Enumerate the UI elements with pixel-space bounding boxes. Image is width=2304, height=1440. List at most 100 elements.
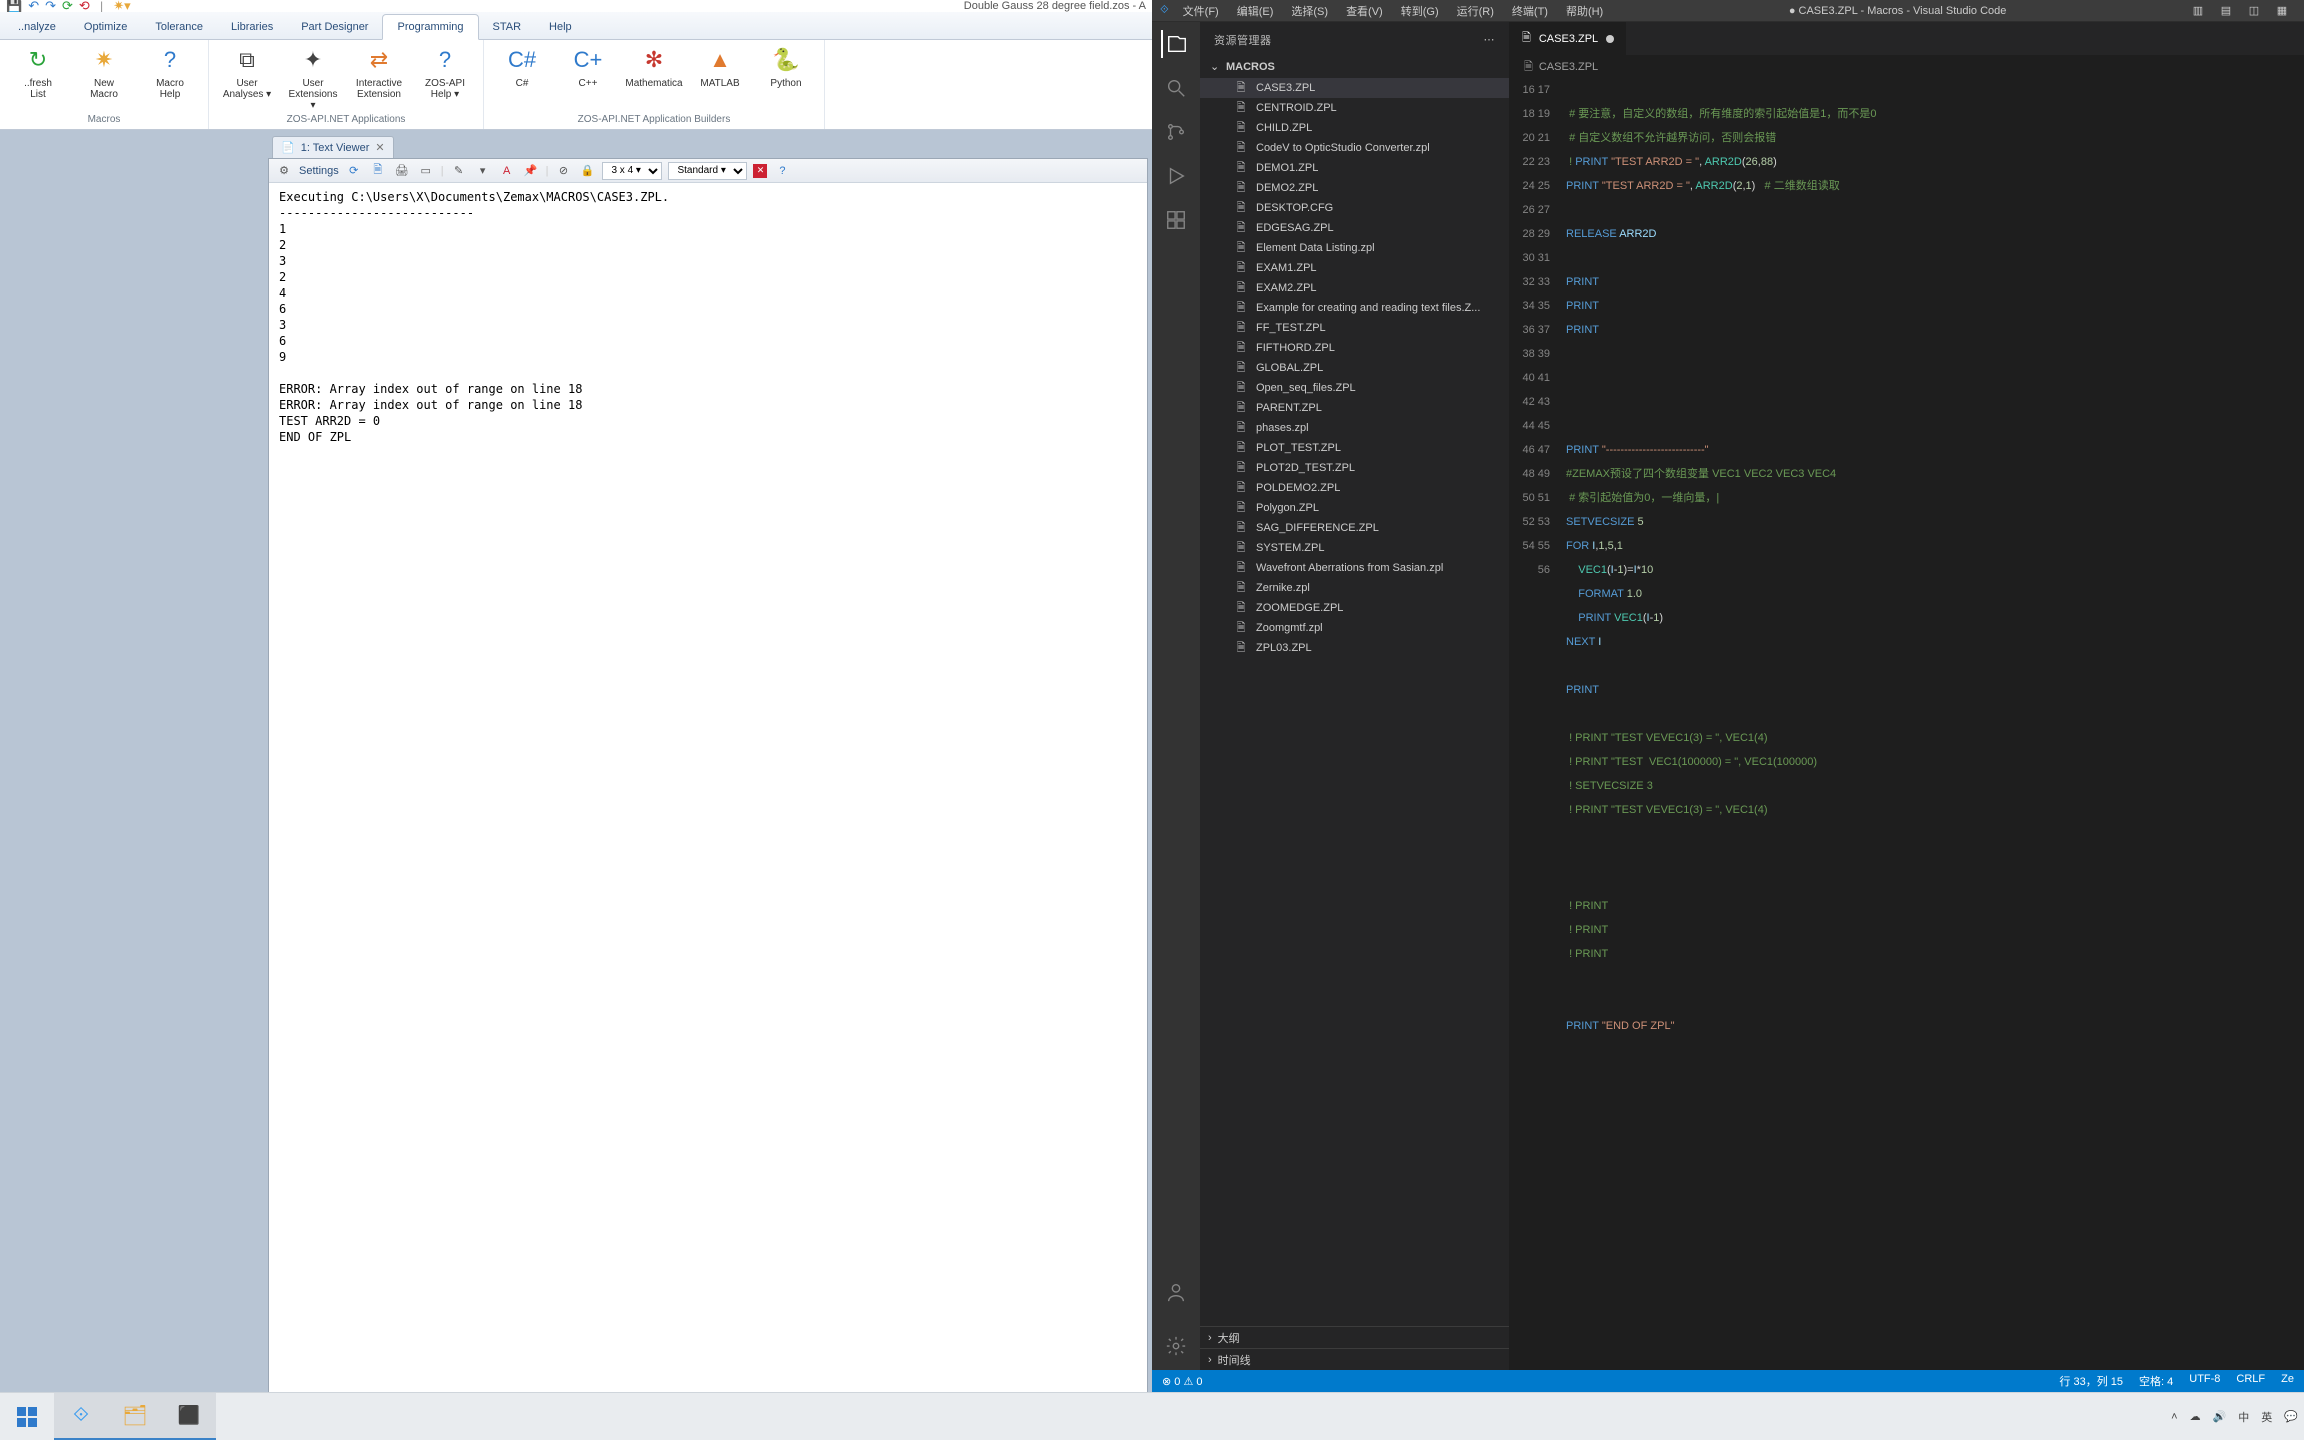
status-spaces[interactable]: 空格: 4	[2139, 1373, 2173, 1389]
file-row[interactable]: 🗎Open_seq_files.ZPL	[1200, 378, 1509, 398]
close-icon[interactable]: ✕	[375, 141, 384, 154]
taskbar-zemax[interactable]: ⬛	[162, 1393, 216, 1440]
breadcrumb[interactable]: 🗎 CASE3.ZPL	[1510, 56, 2304, 78]
file-row[interactable]: 🗎DEMO1.ZPL	[1200, 158, 1509, 178]
file-row[interactable]: 🗎SAG_DIFFERENCE.ZPL	[1200, 518, 1509, 538]
ribbon-button[interactable]: ?ZOS-API Help ▾	[417, 44, 473, 111]
file-row[interactable]: 🗎PLOT_TEST.ZPL	[1200, 438, 1509, 458]
ribbon-button[interactable]: ↻..fresh List	[10, 44, 66, 100]
code-area[interactable]: 16 17 18 19 20 21 22 23 24 25 26 27 28 2…	[1510, 78, 2304, 1370]
refresh-icon[interactable]: ⟳	[345, 162, 363, 180]
tray-ime[interactable]: 中	[2238, 1409, 2249, 1425]
folder-row[interactable]: ⌄ MACROS	[1200, 57, 1509, 76]
ribbon-tab[interactable]: Optimize	[70, 15, 141, 39]
tray-ime-mode[interactable]: 英	[2261, 1409, 2272, 1425]
customize-icon[interactable]: ▦	[2268, 1, 2296, 21]
timeline-section[interactable]: ›时间线	[1200, 1348, 1509, 1370]
ribbon-button[interactable]: 🐍Python	[758, 44, 814, 89]
dropdown-icon[interactable]: ▾	[474, 162, 492, 180]
panel-icon[interactable]: ▤	[2212, 1, 2240, 21]
file-row[interactable]: 🗎CodeV to OpticStudio Converter.zpl	[1200, 138, 1509, 158]
text-viewer-body[interactable]: Executing C:\Users\X\Documents\Zemax\MAC…	[269, 183, 1147, 1417]
editor-tab[interactable]: 🗎 CASE3.ZPL	[1510, 22, 1627, 55]
text-viewer-tab[interactable]: 📄 1: Text Viewer ✕	[272, 136, 394, 158]
ribbon-button[interactable]: ✻Mathematica	[626, 44, 682, 89]
menu-item[interactable]: 查看(V)	[1338, 1, 1391, 21]
menu-item[interactable]: 帮助(H)	[1558, 1, 1611, 21]
layout-icon[interactable]: ▥	[2184, 1, 2212, 21]
taskbar-vscode[interactable]: ⟐	[54, 1393, 108, 1440]
style-select[interactable]: Standard ▾	[668, 162, 747, 180]
menu-item[interactable]: 运行(R)	[1449, 1, 1502, 21]
file-row[interactable]: 🗎SYSTEM.ZPL	[1200, 538, 1509, 558]
menu-item[interactable]: 选择(S)	[1283, 1, 1336, 21]
tray-cloud-icon[interactable]: ☁	[2190, 1410, 2201, 1423]
ribbon-tab[interactable]: Help	[535, 15, 586, 39]
file-tree[interactable]: 🗎CASE3.ZPL🗎CENTROID.ZPL🗎CHILD.ZPL🗎CodeV …	[1200, 76, 1509, 1326]
export-icon[interactable]: 🗎	[369, 162, 387, 180]
ribbon-button[interactable]: ?Macro Help	[142, 44, 198, 100]
ribbon-tab[interactable]: ..nalyze	[4, 15, 70, 39]
ribbon-tab[interactable]: Tolerance	[141, 15, 217, 39]
ribbon-button[interactable]: ⧉User Analyses ▾	[219, 44, 275, 111]
stop-icon[interactable]: ✕	[753, 164, 767, 178]
ribbon-tab[interactable]: Part Designer	[287, 15, 382, 39]
ribbon-button[interactable]: ▲MATLAB	[692, 44, 748, 89]
ribbon-button[interactable]: ✦User Extensions ▾	[285, 44, 341, 111]
tray-notifications-icon[interactable]: 💬	[2284, 1410, 2298, 1423]
taskbar-explorer[interactable]: 🗂	[108, 1393, 162, 1440]
source-control-icon[interactable]	[1162, 118, 1190, 146]
settings-icon[interactable]: ⚙	[275, 162, 293, 180]
search-icon[interactable]	[1162, 74, 1190, 102]
pin-icon[interactable]: 📌	[522, 162, 540, 180]
explorer-icon[interactable]	[1161, 30, 1189, 58]
lock-icon[interactable]: 🔒	[578, 162, 596, 180]
file-row[interactable]: 🗎CASE3.ZPL	[1200, 78, 1509, 98]
file-row[interactable]: 🗎PARENT.ZPL	[1200, 398, 1509, 418]
file-row[interactable]: 🗎ZOOMEDGE.ZPL	[1200, 598, 1509, 618]
file-row[interactable]: 🗎Polygon.ZPL	[1200, 498, 1509, 518]
file-row[interactable]: 🗎phases.zpl	[1200, 418, 1509, 438]
file-row[interactable]: 🗎FIFTHORD.ZPL	[1200, 338, 1509, 358]
ribbon-tab[interactable]: Programming	[382, 14, 478, 40]
more-icon[interactable]: ⋯	[1484, 33, 1496, 46]
file-row[interactable]: 🗎Example for creating and reading text f…	[1200, 298, 1509, 318]
file-row[interactable]: 🗎FF_TEST.ZPL	[1200, 318, 1509, 338]
file-row[interactable]: 🗎Zernike.zpl	[1200, 578, 1509, 598]
file-row[interactable]: 🗎CENTROID.ZPL	[1200, 98, 1509, 118]
file-row[interactable]: 🗎EXAM1.ZPL	[1200, 258, 1509, 278]
file-row[interactable]: 🗎DESKTOP.CFG	[1200, 198, 1509, 218]
tray-chevron-icon[interactable]: ˄	[2171, 1411, 2177, 1423]
status-encoding[interactable]: UTF-8	[2189, 1373, 2220, 1389]
status-position[interactable]: 行 33，列 15	[2059, 1373, 2123, 1389]
settings-gear-icon[interactable]	[1162, 1332, 1190, 1360]
font-icon[interactable]: A	[498, 162, 516, 180]
sidebar-icon[interactable]: ◫	[2240, 1, 2268, 21]
menu-item[interactable]: 文件(F)	[1175, 1, 1227, 21]
status-problems[interactable]: ⊗ 0 ⚠ 0	[1162, 1375, 1202, 1388]
file-row[interactable]: 🗎DEMO2.ZPL	[1200, 178, 1509, 198]
outline-section[interactable]: ›大纲	[1200, 1326, 1509, 1348]
menu-item[interactable]: 转到(G)	[1393, 1, 1447, 21]
file-row[interactable]: 🗎EDGESAG.ZPL	[1200, 218, 1509, 238]
menu-item[interactable]: 终端(T)	[1504, 1, 1556, 21]
file-row[interactable]: 🗎Zoomgmtf.zpl	[1200, 618, 1509, 638]
account-icon[interactable]	[1162, 1278, 1190, 1306]
code[interactable]: # 要注意，自定义的数组，所有维度的索引起始值是1，而不是0 # 自定义数组不允…	[1566, 78, 2304, 1370]
file-row[interactable]: 🗎EXAM2.ZPL	[1200, 278, 1509, 298]
ribbon-tab[interactable]: Libraries	[217, 15, 287, 39]
ribbon-button[interactable]: ⇄Interactive Extension	[351, 44, 407, 111]
size-select[interactable]: 3 x 4 ▾	[602, 162, 662, 180]
window-icon[interactable]: ▭	[417, 162, 435, 180]
ribbon-button[interactable]: C+C++	[560, 44, 616, 89]
settings-label[interactable]: Settings	[299, 165, 339, 177]
file-row[interactable]: 🗎Wavefront Aberrations from Sasian.zpl	[1200, 558, 1509, 578]
ribbon-tab[interactable]: STAR	[479, 15, 536, 39]
print-icon[interactable]: 🖨	[393, 162, 411, 180]
ribbon-button[interactable]: ✷New Macro	[76, 44, 132, 100]
pick-icon[interactable]: ✎	[450, 162, 468, 180]
clear-icon[interactable]: ⊘	[554, 162, 572, 180]
file-row[interactable]: 🗎POLDEMO2.ZPL	[1200, 478, 1509, 498]
status-eol[interactable]: CRLF	[2236, 1373, 2265, 1389]
file-row[interactable]: 🗎GLOBAL.ZPL	[1200, 358, 1509, 378]
